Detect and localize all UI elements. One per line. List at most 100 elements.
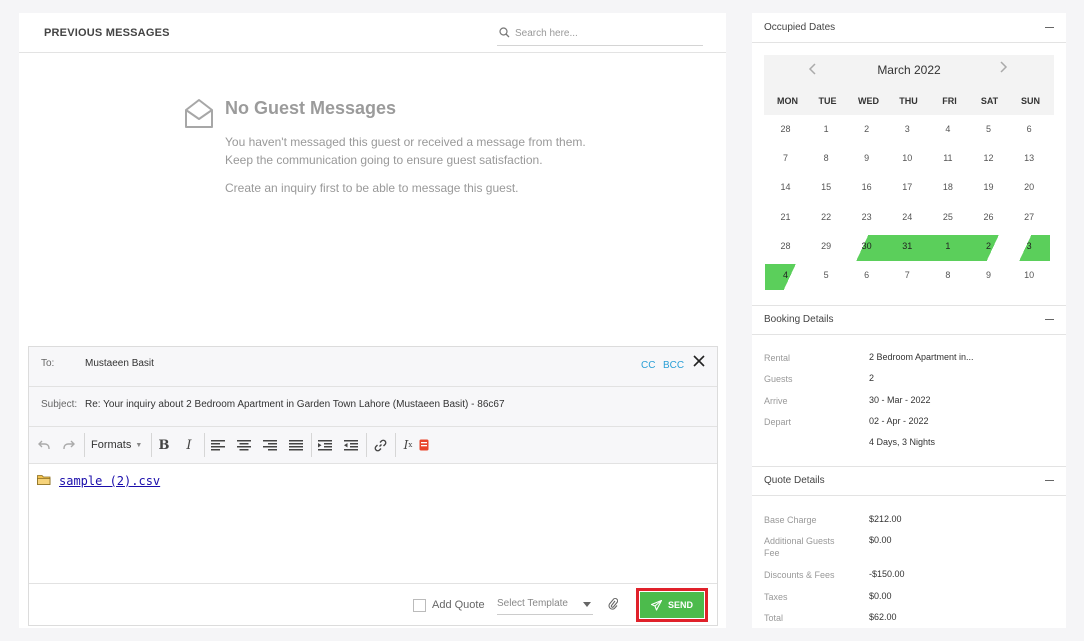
calendar-day[interactable]: 22 xyxy=(806,206,847,232)
calendar-day[interactable]: 2 xyxy=(968,234,1009,261)
formats-dropdown[interactable]: Formats ▼ xyxy=(91,435,147,455)
calendar-day[interactable]: 7 xyxy=(887,264,928,290)
calendar-day[interactable]: 27 xyxy=(1009,206,1050,232)
messages-panel: PREVIOUS MESSAGES No Guest Messages You … xyxy=(19,13,726,628)
send-button[interactable]: SEND xyxy=(640,592,704,618)
message-editor[interactable]: sample (2).csv xyxy=(29,464,717,583)
toolbar-separator xyxy=(395,433,396,457)
template-select[interactable]: Select Template xyxy=(497,593,593,615)
redo-icon[interactable] xyxy=(62,435,76,455)
outdent-icon[interactable] xyxy=(343,435,359,455)
envelope-open-icon xyxy=(184,97,214,132)
align-justify-icon[interactable] xyxy=(288,435,304,455)
calendar-day[interactable]: 10 xyxy=(887,147,928,173)
attachment[interactable]: sample (2).csv xyxy=(37,474,160,488)
calendar-day[interactable]: 28 xyxy=(765,118,806,144)
search-input[interactable] xyxy=(515,24,695,42)
bold-icon[interactable]: B xyxy=(157,435,171,455)
paperclip-icon[interactable] xyxy=(608,597,619,613)
calendar-day[interactable]: 13 xyxy=(1009,147,1050,173)
calendar-day[interactable]: 1 xyxy=(806,118,847,144)
calendar-day[interactable]: 6 xyxy=(1009,118,1050,144)
calendar-day[interactable]: 2 xyxy=(846,118,887,144)
calendar-day[interactable]: 12 xyxy=(968,147,1009,173)
bcc-button[interactable]: BCC xyxy=(663,360,684,371)
close-icon[interactable] xyxy=(693,355,705,370)
occupied-dates-header[interactable]: Occupied Dates xyxy=(752,13,1066,43)
calendar-day[interactable]: 6 xyxy=(846,264,887,290)
italic-icon[interactable]: I xyxy=(182,435,196,455)
collapse-icon[interactable] xyxy=(1045,480,1054,481)
calendar-day[interactable]: 9 xyxy=(968,264,1009,290)
chevron-right-icon[interactable] xyxy=(1000,61,1008,76)
clear-format-icon[interactable]: Ix xyxy=(401,435,415,455)
base-charge-label: Base Charge xyxy=(764,515,817,525)
compose-footer: Add Quote Select Template SEND xyxy=(29,583,717,625)
empty-title: No Guest Messages xyxy=(225,98,397,118)
calendar-day[interactable]: 9 xyxy=(846,147,887,173)
calendar-day[interactable]: 25 xyxy=(927,206,968,232)
occupied-dates-title: Occupied Dates xyxy=(764,22,836,33)
weekday-label: MON xyxy=(777,96,798,106)
to-recipient[interactable]: Mustaeen Basit xyxy=(85,358,154,369)
calendar-day[interactable]: 5 xyxy=(968,118,1009,144)
total-label: Total xyxy=(764,613,784,623)
additional-guests-value: $0.00 xyxy=(869,535,892,545)
template-select-value: Select Template xyxy=(497,598,568,609)
calendar-day[interactable]: 20 xyxy=(1009,176,1050,202)
search-icon xyxy=(499,27,510,41)
calendar-day[interactable]: 19 xyxy=(968,176,1009,202)
add-quote-checkbox[interactable] xyxy=(413,599,426,612)
attachment-link[interactable]: sample (2).csv xyxy=(59,474,160,488)
collapse-icon[interactable] xyxy=(1045,319,1054,320)
add-quote-label[interactable]: Add Quote xyxy=(432,599,485,611)
align-right-icon[interactable] xyxy=(262,435,278,455)
calendar-day[interactable]: 21 xyxy=(765,206,806,232)
align-left-icon[interactable] xyxy=(210,435,226,455)
taxes-value: $0.00 xyxy=(869,591,892,601)
insert-snippet-icon[interactable] xyxy=(418,435,430,455)
calendar-day[interactable]: 3 xyxy=(1008,234,1050,261)
calendar-day[interactable]: 28 xyxy=(765,235,806,261)
subject-field[interactable]: Re: Your inquiry about 2 Bedroom Apartme… xyxy=(85,399,505,410)
calendar-day[interactable]: 24 xyxy=(887,206,928,232)
calendar-day[interactable]: 17 xyxy=(887,176,928,202)
calendar-day[interactable]: 1 xyxy=(927,234,969,261)
calendar-day[interactable]: 3 xyxy=(887,118,928,144)
empty-hint: Create an inquiry first to be able to me… xyxy=(225,181,519,195)
calendar-day[interactable]: 31 xyxy=(886,234,928,261)
undo-icon[interactable] xyxy=(37,435,51,455)
cc-button[interactable]: CC xyxy=(641,360,655,371)
calendar-day[interactable]: 7 xyxy=(765,147,806,173)
calendar-day[interactable]: 14 xyxy=(765,176,806,202)
to-row: To: Mustaeen Basit CC BCC xyxy=(29,347,717,387)
calendar-day[interactable]: 11 xyxy=(927,147,968,173)
quote-details-header[interactable]: Quote Details xyxy=(752,466,1066,496)
taxes-label: Taxes xyxy=(764,592,788,602)
align-center-icon[interactable] xyxy=(236,435,252,455)
calendar-day[interactable]: 29 xyxy=(806,235,847,261)
collapse-icon[interactable] xyxy=(1045,27,1054,28)
calendar-day[interactable]: 10 xyxy=(1009,264,1050,290)
indent-icon[interactable] xyxy=(317,435,333,455)
empty-line-2: Keep the communication going to ensure g… xyxy=(225,153,543,167)
calendar-day[interactable]: 30 xyxy=(846,234,888,261)
calendar-day[interactable]: 4 xyxy=(927,118,968,144)
calendar-day[interactable]: 8 xyxy=(927,264,968,290)
quote-details-title: Quote Details xyxy=(764,475,825,486)
booking-details-header[interactable]: Booking Details xyxy=(752,305,1066,335)
calendar-day[interactable]: 26 xyxy=(968,206,1009,232)
calendar-day[interactable]: 23 xyxy=(846,206,887,232)
calendar-day[interactable]: 18 xyxy=(927,176,968,202)
calendar-day[interactable]: 8 xyxy=(806,147,847,173)
calendar-day[interactable]: 4 xyxy=(765,264,806,290)
calendar-day[interactable]: 15 xyxy=(806,176,847,202)
search-box[interactable] xyxy=(497,22,703,46)
link-icon[interactable] xyxy=(372,435,388,455)
to-label: To: xyxy=(41,358,55,369)
toolbar-separator xyxy=(151,433,152,457)
discounts-value: -$150.00 xyxy=(869,569,905,579)
calendar-day[interactable]: 16 xyxy=(846,176,887,202)
formats-label: Formats xyxy=(91,439,132,451)
calendar-day[interactable]: 5 xyxy=(806,264,847,290)
